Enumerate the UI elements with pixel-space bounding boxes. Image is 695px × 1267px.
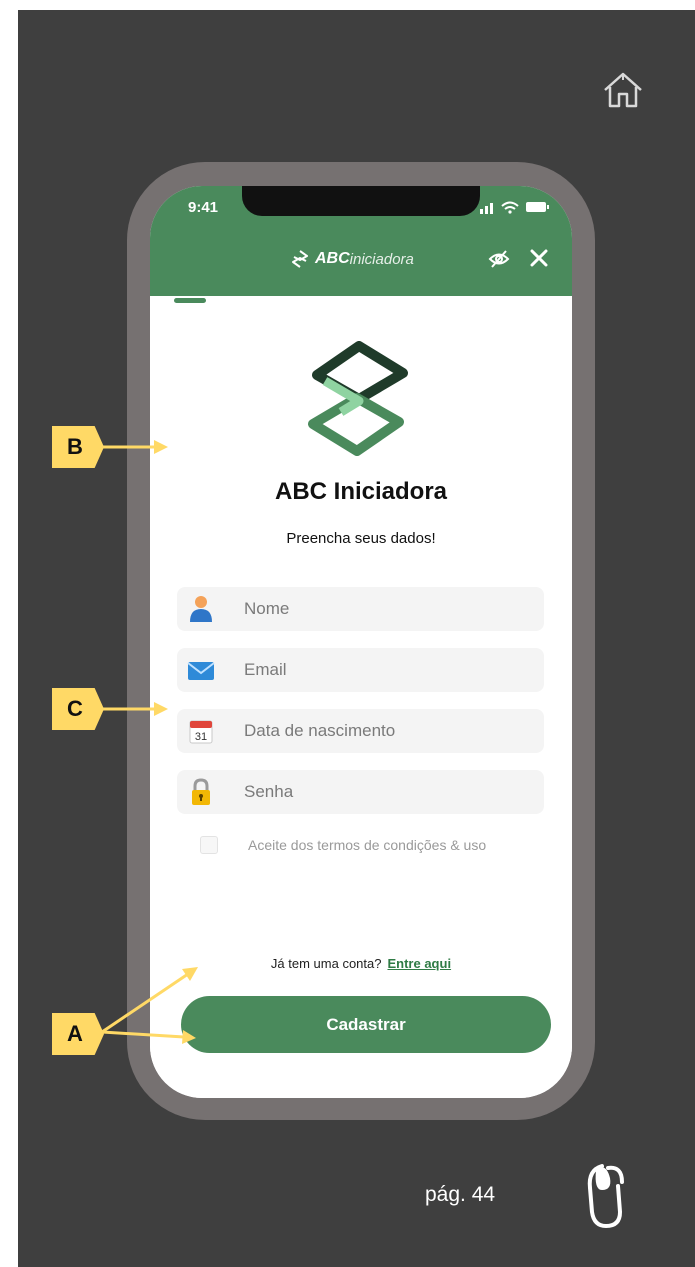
status-time: 9:41 [188,199,219,216]
birthdate-field[interactable]: 31 Data de nascimento [177,709,544,753]
form-subtitle: Preencha seus dados! [286,530,436,547]
birthdate-placeholder: Data de nascimento [244,721,396,740]
login-row: Já tem uma conta? Entre aqui [150,956,572,971]
callout-b: B [52,426,104,468]
terms-checkbox[interactable] [200,836,218,854]
name-field[interactable]: Nome [177,587,544,631]
login-link[interactable]: Entre aqui [387,956,451,971]
password-field[interactable]: Senha [177,770,544,814]
email-field[interactable]: Email [177,648,544,692]
drag-handle[interactable] [174,298,206,303]
register-button[interactable]: Cadastrar [181,996,551,1053]
callout-c: C [52,688,104,730]
person-icon [190,596,212,622]
app-header: 9:41 ABC iniciadora [150,186,572,296]
terms-row: Aceite dos termos de condições & uso [200,836,486,854]
header-brand-light: iniciadora [349,250,414,268]
calendar-day: 31 [195,731,207,743]
eye-off-icon[interactable] [488,249,510,269]
home-icon[interactable] [602,70,644,110]
header-brand-bold: ABC [315,250,350,267]
phone-screen: 9:41 ABC iniciadora ABC Iniciadora Preen… [150,186,572,1098]
email-placeholder: Email [244,660,287,679]
close-icon[interactable] [530,249,548,267]
callout-a: A [52,1013,104,1055]
login-prompt: Já tem uma conta? [270,956,382,971]
brand-logo-icon [292,250,308,268]
app-logo-icon [308,341,408,456]
header-brand: ABC iniciadora [290,249,414,269]
phone-notch [242,186,480,216]
password-placeholder: Senha [244,782,294,801]
app-title: ABC Iniciadora [274,478,448,505]
calendar-icon: 31 [189,720,213,744]
brand-mark-icon [587,1164,624,1229]
lock-icon [192,778,210,805]
name-placeholder: Nome [244,599,290,618]
status-icons [480,201,549,214]
page-number: pág. 44 [425,1183,496,1206]
terms-label: Aceite dos termos de condições & uso [248,837,487,853]
envelope-icon [187,662,215,680]
